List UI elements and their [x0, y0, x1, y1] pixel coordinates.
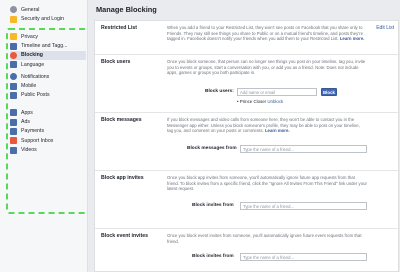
language-icon	[10, 61, 17, 69]
sidebar-item-label: Timeline and Tagg...	[21, 43, 68, 50]
sidebar-item-public-posts[interactable]: Public Posts	[10, 91, 86, 100]
support-icon	[10, 137, 17, 145]
section-description: Once you block app invites from someone,…	[167, 175, 367, 192]
sidebar-item-label: Security and Login	[21, 16, 64, 23]
sidebar-item-label: Ads	[21, 119, 30, 126]
sidebar-item-label: Apps	[21, 109, 33, 116]
rss-icon	[10, 91, 17, 99]
apps-icon	[10, 109, 17, 117]
sidebar-group-notifications: Notifications Mobile Public Posts	[10, 72, 86, 100]
blocked-user-row: • Prince Closer Unblock	[237, 99, 283, 104]
blocked-user-name: Prince Closer	[239, 99, 267, 104]
section-description: Once you block event invites from someon…	[167, 233, 362, 244]
sidebar-group-privacy: Privacy Timeline and Tagg... Blocking La…	[10, 32, 86, 70]
unblock-link[interactable]: Unblock	[267, 99, 283, 104]
sidebar-item-label: General	[21, 6, 40, 13]
sidebar-item-mobile[interactable]: Mobile	[10, 81, 86, 90]
sidebar-top-group: General Security and Login	[10, 5, 86, 24]
sidebar-item-label: Mobile	[21, 83, 37, 90]
blocking-card: Restricted List When you add a friend to…	[94, 20, 400, 272]
sidebar-item-videos[interactable]: Videos	[10, 146, 86, 155]
section-title: Block users	[101, 59, 131, 65]
section-description: If you block messages and video calls fr…	[167, 117, 367, 134]
section-title: Block app invites	[101, 175, 144, 181]
edit-list-link[interactable]: Edit List	[376, 25, 394, 31]
block-button[interactable]: Block	[321, 88, 337, 96]
sidebar-item-payments[interactable]: Payments	[10, 127, 86, 136]
sidebar-group-apps: Apps Ads Payments Support Inbox Videos	[10, 108, 86, 155]
sidebar-item-label: Notifications	[21, 73, 50, 80]
sidebar-item-label: Public Posts	[21, 92, 50, 99]
block-users-input[interactable]: Add name or email	[237, 88, 317, 96]
restricted-list-section: Restricted List When you add a friend to…	[95, 21, 400, 55]
settings-sidebar: General Security and Login Privacy Timel…	[0, 0, 92, 272]
block-messages-input[interactable]: Type the name of a friend...	[240, 145, 367, 153]
sidebar-item-label: Videos	[21, 147, 37, 154]
learn-more-link[interactable]: Learn more.	[340, 36, 365, 41]
section-title: Block messages	[101, 117, 142, 123]
learn-more-link[interactable]: Learn more.	[265, 128, 290, 133]
sidebar-item-label: Privacy	[21, 33, 39, 40]
block-event-invites-section: Block event invites Once you block event…	[95, 229, 400, 272]
globe-icon	[10, 73, 17, 81]
section-title: Block event invites	[101, 233, 148, 239]
payments-icon	[10, 127, 17, 135]
block-users-label: Block users:	[205, 89, 234, 94]
gear-icon	[10, 6, 17, 14]
section-title: Restricted List	[101, 25, 138, 31]
shield-icon	[10, 15, 17, 23]
sidebar-item-label: Payments	[21, 128, 45, 135]
sidebar-item-security[interactable]: Security and Login	[10, 14, 86, 23]
block-event-invites-input[interactable]: Type the name of a friend...	[240, 253, 367, 261]
block-messages-section: Block messages If you block messages and…	[95, 113, 400, 171]
settings-page: General Security and Login Privacy Timel…	[0, 0, 400, 272]
section-description: Once you block someone, that person can …	[167, 59, 366, 76]
restricted-desc-text: When you add a friend to your Restricted…	[167, 25, 363, 42]
sidebar-item-timeline[interactable]: Timeline and Tagg...	[10, 41, 86, 50]
block-users-section: Block users Once you block someone, that…	[95, 55, 400, 113]
sidebar-item-label: Blocking	[21, 52, 43, 59]
block-app-invites-label: Block invites from	[192, 203, 234, 208]
sidebar-item-language[interactable]: Language	[10, 60, 86, 69]
block-messages-label: Block messages from	[187, 146, 237, 151]
block-app-invites-input[interactable]: Type the name of a friend...	[240, 202, 367, 210]
sidebar-item-general[interactable]: General	[10, 5, 86, 14]
sidebar-item-label: Language	[21, 61, 45, 68]
block-messages-desc-text: If you block messages and video calls fr…	[167, 117, 360, 134]
page-title: Manage Blocking	[96, 5, 157, 14]
sidebar-item-ads[interactable]: Ads	[10, 117, 86, 126]
sidebar-item-blocking[interactable]: Blocking	[10, 50, 86, 61]
bullet-icon: •	[237, 99, 239, 104]
sidebar-item-privacy[interactable]: Privacy	[10, 32, 86, 41]
sidebar-item-label: Support Inbox	[21, 137, 54, 144]
mobile-icon	[10, 82, 17, 90]
block-event-invites-label: Block invites from	[192, 254, 234, 259]
ads-icon	[10, 118, 17, 126]
timeline-icon	[10, 42, 17, 50]
section-description: When you add a friend to your Restricted…	[167, 25, 367, 42]
sidebar-item-apps[interactable]: Apps	[10, 108, 86, 117]
blocking-icon	[10, 51, 17, 59]
block-app-invites-section: Block app invites Once you block app inv…	[95, 171, 400, 229]
sidebar-item-support-inbox[interactable]: Support Inbox	[10, 136, 86, 145]
main-content: Manage Blocking Restricted List When you…	[88, 0, 400, 272]
videos-icon	[10, 146, 17, 154]
lock-icon	[10, 33, 17, 41]
sidebar-item-notifications[interactable]: Notifications	[10, 72, 86, 81]
